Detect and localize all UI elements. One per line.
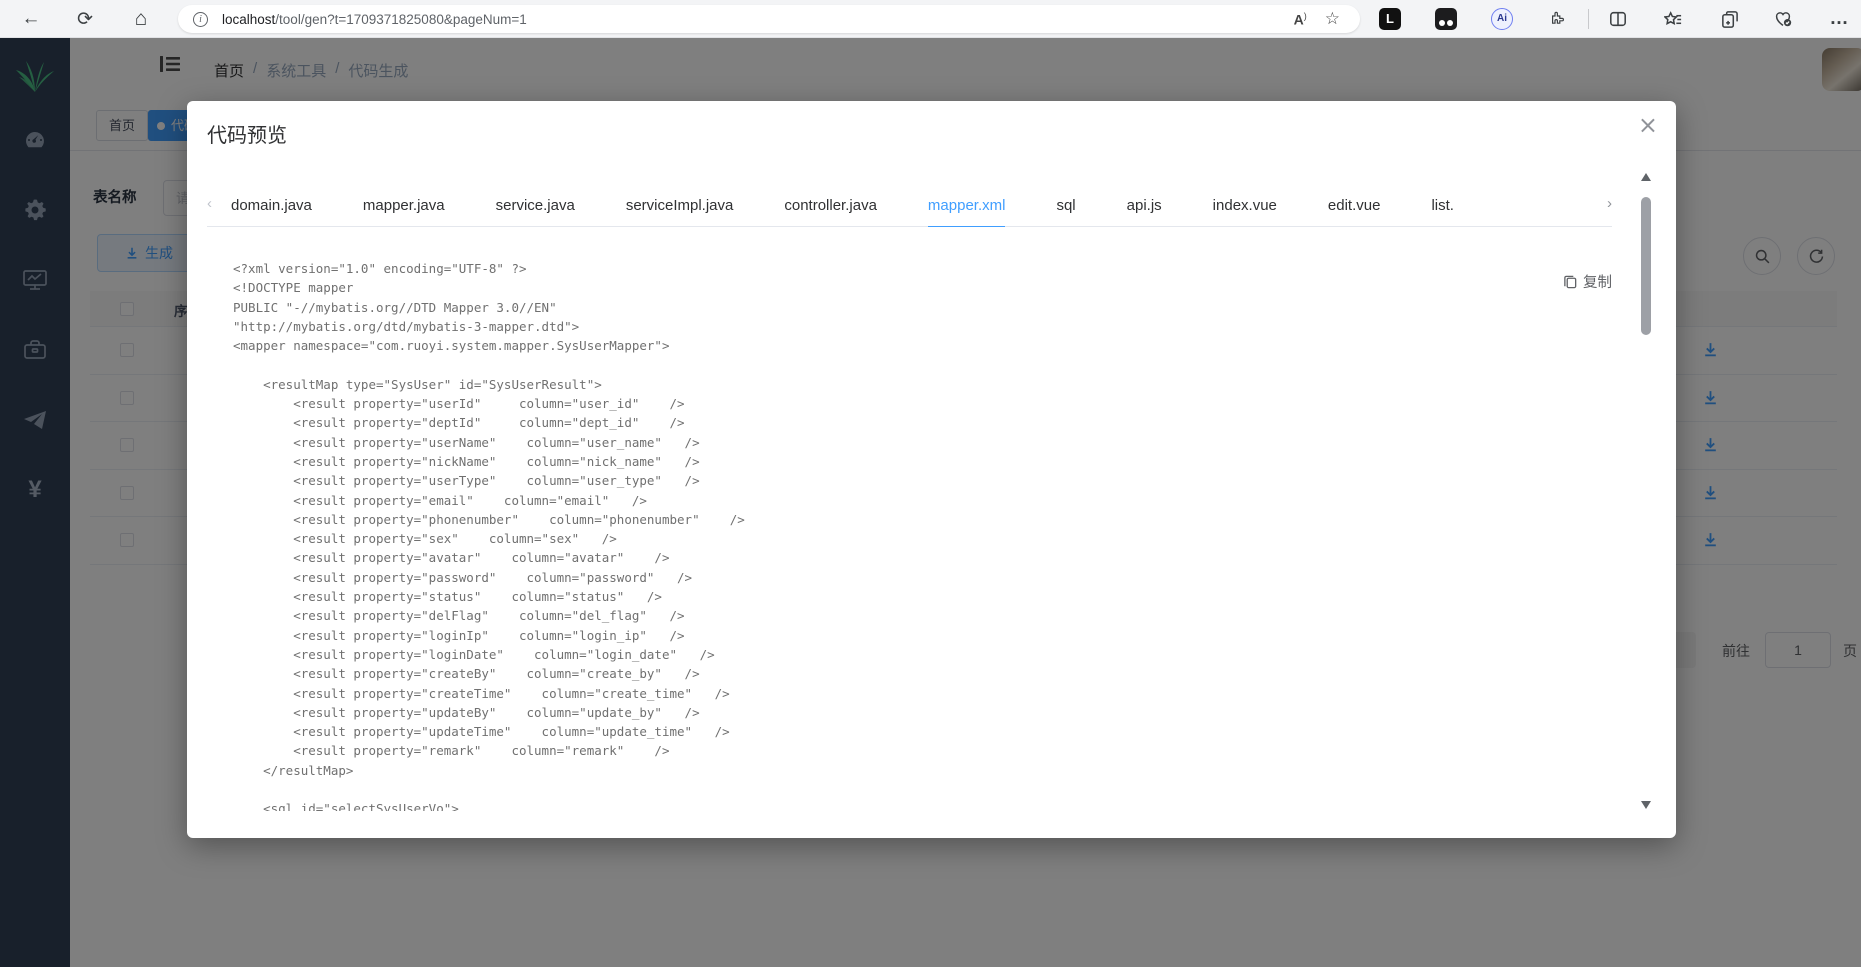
- favorites-list-icon[interactable]: [1658, 0, 1688, 38]
- site-info-icon[interactable]: i: [193, 11, 208, 27]
- tab-index-vue[interactable]: index.vue: [1213, 187, 1277, 227]
- tab-mapper-java[interactable]: mapper.java: [363, 187, 445, 227]
- favorite-star-icon[interactable]: ☆: [1325, 9, 1340, 29]
- read-aloud-icon[interactable]: A): [1294, 11, 1307, 28]
- browser-home-icon[interactable]: ⌂: [126, 0, 156, 38]
- extension-l-icon[interactable]: L: [1379, 8, 1401, 30]
- tab-serviceimpl-java[interactable]: serviceImpl.java: [626, 187, 734, 227]
- browser-back-icon[interactable]: ←: [16, 0, 46, 38]
- tab-api-js[interactable]: api.js: [1127, 187, 1162, 227]
- tab-controller-java[interactable]: controller.java: [784, 187, 877, 227]
- toolbar-divider: [1588, 9, 1589, 29]
- tab-sql[interactable]: sql: [1056, 187, 1075, 227]
- url-text[interactable]: localhost/tool/gen?t=1709371825080&pageN…: [222, 12, 527, 27]
- url-path: /tool/gen?t=1709371825080&pageNum=1: [275, 11, 527, 27]
- tabs-scroll-next-icon[interactable]: ›: [1607, 195, 1612, 212]
- scroll-down-icon[interactable]: [1641, 801, 1651, 809]
- scroll-up-icon[interactable]: [1641, 173, 1651, 181]
- browser-menu-icon[interactable]: …: [1824, 0, 1854, 38]
- app-window: ¥ 首页 / 系统工具 / 代码生成: [0, 38, 1861, 967]
- code-viewer[interactable]: <?xml version="1.0" encoding="UTF-8" ?> …: [233, 259, 1613, 811]
- address-bar[interactable]: i localhost/tool/gen?t=1709371825080&pag…: [178, 5, 1360, 33]
- tab-list-vue[interactable]: list.: [1431, 187, 1454, 227]
- browser-toolbar: ← ⟳ ⌂ i localhost/tool/gen?t=17093718250…: [0, 0, 1861, 38]
- tab-domain-java[interactable]: domain.java: [231, 187, 312, 227]
- browser-refresh-icon[interactable]: ⟳: [70, 0, 100, 38]
- tab-edit-vue[interactable]: edit.vue: [1328, 187, 1381, 227]
- split-screen-icon[interactable]: [1603, 0, 1633, 38]
- tab-service-java[interactable]: service.java: [496, 187, 575, 227]
- tabs-scroll-prev-icon[interactable]: ‹: [207, 195, 212, 212]
- code-tabs-bar: ‹ domain.java mapper.java service.java s…: [207, 187, 1612, 227]
- extension-dark-icon[interactable]: [1435, 8, 1457, 30]
- extensions-puzzle-icon[interactable]: [1543, 0, 1573, 38]
- scrollbar-thumb[interactable]: [1641, 197, 1651, 335]
- code-scrollbar[interactable]: [1638, 163, 1654, 819]
- collections-add-icon[interactable]: [1714, 0, 1744, 38]
- tab-mapper-xml[interactable]: mapper.xml: [927, 187, 1005, 227]
- browser-essentials-icon[interactable]: [1768, 0, 1798, 38]
- dialog-title: 代码预览: [207, 125, 287, 147]
- code-preview-dialog: 代码预览 × ‹ domain.java mapper.java service…: [187, 101, 1676, 838]
- dialog-close-icon[interactable]: ×: [1638, 113, 1658, 137]
- screen: ← ⟳ ⌂ i localhost/tool/gen?t=17093718250…: [0, 0, 1861, 967]
- url-domain: localhost: [222, 11, 276, 27]
- extension-ai-icon[interactable]: Ai: [1491, 8, 1513, 30]
- code-text: <?xml version="1.0" encoding="UTF-8" ?> …: [233, 261, 745, 811]
